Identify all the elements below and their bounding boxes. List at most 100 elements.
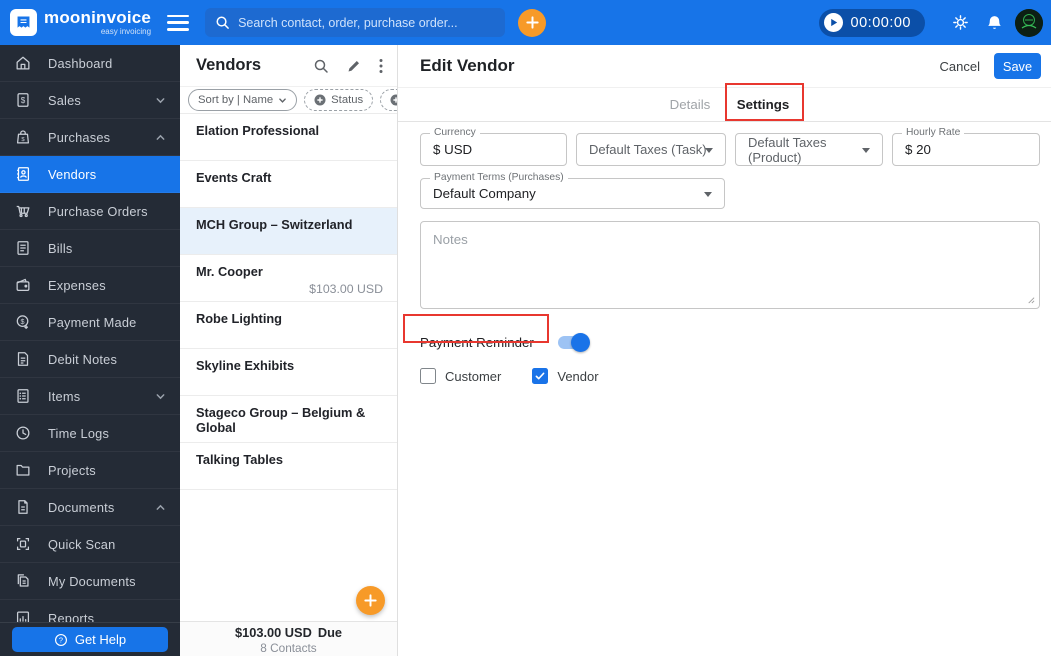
payment-terms-select[interactable]: Payment Terms (Purchases) Default Compan… xyxy=(420,172,725,209)
settings-gear-icon[interactable] xyxy=(951,13,970,32)
top-bar: mooninvoice easy invoicing 00:00:00 xyxy=(0,0,1051,45)
page-title: Edit Vendor xyxy=(420,56,515,75)
sidebar-item-projects[interactable]: Projects xyxy=(0,452,180,489)
debit-note-icon xyxy=(14,350,32,368)
sidebar-item-label: Items xyxy=(48,388,81,404)
resize-handle-icon[interactable] xyxy=(1026,295,1035,304)
play-icon[interactable] xyxy=(823,13,843,32)
sidebar-item-payment-made[interactable]: $ Payment Made xyxy=(0,304,180,341)
sidebar-item-label: My Documents xyxy=(48,573,136,589)
add-circle-icon xyxy=(314,94,326,106)
cancel-button[interactable]: Cancel xyxy=(940,59,980,74)
contact-type-row: Customer Vendor xyxy=(420,368,1040,384)
vendor-row[interactable]: Elation Professional xyxy=(180,114,397,161)
add-vendor-fab[interactable] xyxy=(356,586,385,615)
customer-checkbox[interactable] xyxy=(420,368,436,384)
sidebar-item-purchases[interactable]: $ Purchases xyxy=(0,119,180,156)
profile-avatar[interactable] xyxy=(1015,8,1043,37)
vendors-contacts-icon xyxy=(14,165,32,183)
sidebar-item-dashboard[interactable]: Dashboard xyxy=(0,45,180,82)
timer-value: 00:00:00 xyxy=(850,14,911,31)
toggle-knob xyxy=(570,332,590,352)
vendor-row[interactable]: Talking Tables xyxy=(180,443,397,490)
status-filter-chip[interactable]: Status xyxy=(304,89,374,111)
sidebar-item-sales[interactable]: $ Sales xyxy=(0,82,180,119)
sidebar-item-expenses[interactable]: Expenses xyxy=(0,267,180,304)
vendor-list-panel: Vendors Sort by | Name Status Date | Ela… xyxy=(180,45,398,656)
sidebar-item-debit-notes[interactable]: Debit Notes xyxy=(0,341,180,378)
vendor-checkbox[interactable] xyxy=(532,368,549,384)
vendor-row[interactable]: Events Craft xyxy=(180,161,397,208)
vendor-row[interactable]: Robe Lighting xyxy=(180,302,397,349)
sidebar-item-label: Debit Notes xyxy=(48,351,118,367)
chevron-up-icon xyxy=(155,132,166,143)
time-tracker[interactable]: 00:00:00 xyxy=(818,8,925,37)
sort-chip[interactable]: Sort by | Name xyxy=(188,89,298,111)
vendor-row[interactable]: Stageco Group – Belgium & Global xyxy=(180,396,397,443)
save-button[interactable]: Save xyxy=(994,53,1041,79)
dropdown-arrow-icon xyxy=(705,147,713,153)
sidebar-item-label: Time Logs xyxy=(48,425,110,441)
currency-field-label: Currency xyxy=(430,127,480,139)
dropdown-arrow-icon xyxy=(862,147,870,153)
sidebar-item-label: Projects xyxy=(48,462,96,478)
scan-icon xyxy=(14,535,32,553)
vendor-row[interactable]: Mr. Cooper $103.00 USD xyxy=(180,255,397,302)
sidebar-nav: Dashboard $ Sales $ Purchases Vendors Pu… xyxy=(0,45,180,656)
sidebar-item-label: Quick Scan xyxy=(48,536,116,552)
filter-chips: Sort by | Name Status Date | xyxy=(180,87,397,114)
default-taxes-product-select[interactable]: Default Taxes (Product) xyxy=(735,133,883,166)
settings-form: Currency $ USD Default Taxes (Task) Defa… xyxy=(398,122,1051,384)
hourly-rate-value: $ 20 xyxy=(905,142,931,157)
svg-text:?: ? xyxy=(59,635,63,644)
edit-vendor-panel: Edit Vendor Cancel Save Details Settings… xyxy=(398,45,1051,656)
add-circle-icon xyxy=(390,94,397,106)
document-icon xyxy=(14,498,32,516)
payment-reminder-toggle[interactable] xyxy=(557,332,590,352)
sidebar-item-my-documents[interactable]: My Documents xyxy=(0,563,180,600)
app-logo-icon[interactable] xyxy=(10,9,37,36)
tab-settings[interactable]: Settings xyxy=(728,88,798,122)
status-chip-label: Status xyxy=(331,94,364,106)
folder-icon xyxy=(14,461,32,479)
get-help-button[interactable]: ? Get Help xyxy=(12,627,168,652)
date-filter-chip[interactable]: Date | xyxy=(380,89,397,111)
help-bar: ? Get Help xyxy=(0,622,180,656)
vendor-row-selected[interactable]: MCH Group – Switzerland xyxy=(180,208,397,255)
sidebar-item-label: Sales xyxy=(48,92,82,108)
menu-toggle-icon[interactable] xyxy=(167,14,190,31)
notifications-bell-icon[interactable] xyxy=(986,14,1003,32)
global-search[interactable] xyxy=(205,8,506,37)
vendor-list-footer: $103.00 USD Due 8 Contacts xyxy=(180,621,397,656)
quick-add-button[interactable] xyxy=(518,8,547,37)
brand-tagline: easy invoicing xyxy=(100,27,152,36)
bills-icon xyxy=(14,239,32,257)
payment-terms-value: Default Company xyxy=(433,186,536,201)
sidebar-item-time-logs[interactable]: Time Logs xyxy=(0,415,180,452)
hourly-rate-field[interactable]: Hourly Rate $ 20 xyxy=(892,127,1040,166)
vendor-name: Robe Lighting xyxy=(196,311,283,326)
cart-icon xyxy=(14,202,32,220)
sidebar-item-bills[interactable]: Bills xyxy=(0,230,180,267)
sidebar-item-items[interactable]: Items xyxy=(0,378,180,415)
search-vendors-icon[interactable] xyxy=(313,58,329,74)
app-window: mooninvoice easy invoicing 00:00:00 xyxy=(0,0,1051,656)
sidebar-item-vendors[interactable]: Vendors xyxy=(0,156,180,193)
sidebar-item-purchase-orders[interactable]: Purchase Orders xyxy=(0,193,180,230)
documents-copy-icon xyxy=(14,572,32,590)
kebab-menu-icon[interactable] xyxy=(379,58,383,74)
notes-textarea[interactable] xyxy=(420,221,1040,309)
total-due-amount: $103.00 USD xyxy=(234,625,312,640)
currency-field[interactable]: Currency $ USD xyxy=(420,127,567,166)
vendor-row[interactable]: Skyline Exhibits xyxy=(180,349,397,396)
search-icon xyxy=(215,15,230,30)
sidebar-item-quick-scan[interactable]: Quick Scan xyxy=(0,526,180,563)
default-taxes-task-select[interactable]: Default Taxes (Task) xyxy=(576,133,726,166)
edit-pencil-icon[interactable] xyxy=(346,58,362,74)
vendor-name: Skyline Exhibits xyxy=(196,358,295,373)
search-input[interactable] xyxy=(238,15,496,30)
sidebar-item-documents[interactable]: Documents xyxy=(0,489,180,526)
tab-details[interactable]: Details xyxy=(660,88,720,122)
sort-chip-label: Sort by | Name xyxy=(198,94,274,106)
payment-reminder-row: Payment Reminder xyxy=(420,330,1040,354)
